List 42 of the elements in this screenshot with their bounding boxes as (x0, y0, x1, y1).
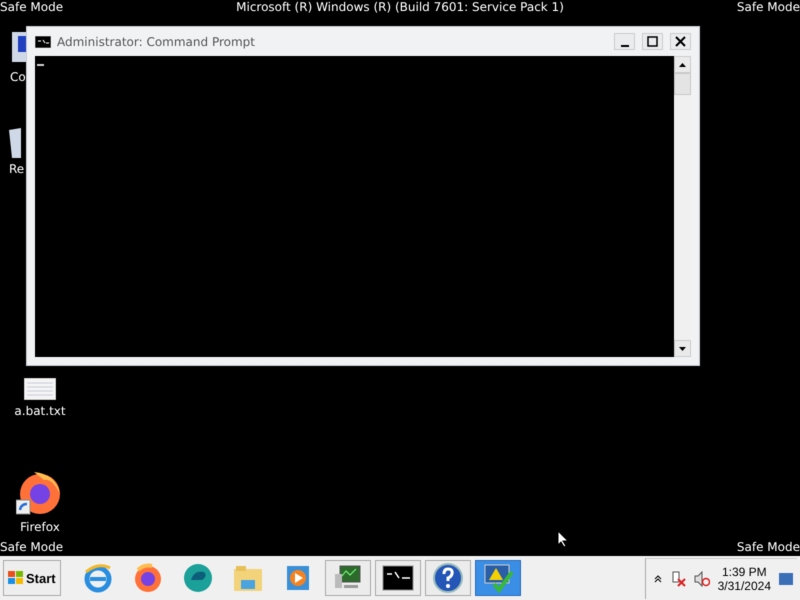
scroll-down-button[interactable] (674, 340, 691, 357)
close-button[interactable] (670, 33, 691, 50)
text-cursor (37, 64, 44, 66)
browser-icon (182, 562, 214, 594)
desktop-icon-label[interactable]: Firefox (20, 520, 60, 534)
browser-icon (82, 562, 114, 594)
windows-logo-icon (8, 571, 24, 585)
maximize-button[interactable] (642, 33, 663, 50)
safe-mode-label: Safe Mode (736, 0, 800, 16)
window-title: Administrator: Command Prompt (57, 34, 256, 48)
bin-icon (9, 128, 21, 158)
close-icon (675, 36, 686, 47)
clock-time[interactable]: 1:39 PM (722, 564, 767, 578)
up-arrow-icon (679, 62, 686, 66)
action-center-icon (482, 562, 514, 594)
desktop-icon-label[interactable]: Co (10, 70, 26, 84)
speaker-muted-icon[interactable] (694, 570, 710, 586)
mouse-pointer-icon (557, 530, 569, 548)
text-file-icon (24, 378, 56, 400)
taskbar-button[interactable] (374, 560, 421, 596)
minimize-button[interactable] (614, 33, 635, 50)
network-error-icon[interactable] (670, 570, 686, 586)
terminal-icon (382, 564, 414, 592)
desktop-icon-label[interactable]: Re (9, 162, 24, 176)
taskbar-button[interactable] (424, 560, 471, 596)
desktop-icon-label[interactable]: a.bat.txt (14, 404, 66, 418)
down-arrow-icon (679, 346, 686, 350)
scroll-up-button[interactable] (674, 56, 691, 73)
clock-date[interactable]: 3/31/2024 (718, 578, 771, 592)
terminal-icon (35, 36, 51, 48)
safe-mode-label: Safe Mode (0, 0, 64, 16)
safe-mode-label: Safe Mode (0, 540, 64, 556)
scrollbar-thumb[interactable] (674, 73, 691, 95)
show-desktop-icon[interactable] (779, 572, 793, 584)
help-icon (432, 562, 464, 594)
minimize-icon (620, 44, 628, 46)
maximize-icon (647, 36, 658, 47)
system-title: Microsoft (R) Windows (R) (Build 7601: Service Pack 1) (236, 0, 564, 16)
taskbar-button[interactable] (324, 560, 371, 596)
start-button[interactable]: Start (3, 560, 61, 596)
chevron-up-icon[interactable] (654, 574, 662, 582)
safe-mode-label: Safe Mode (736, 540, 800, 556)
